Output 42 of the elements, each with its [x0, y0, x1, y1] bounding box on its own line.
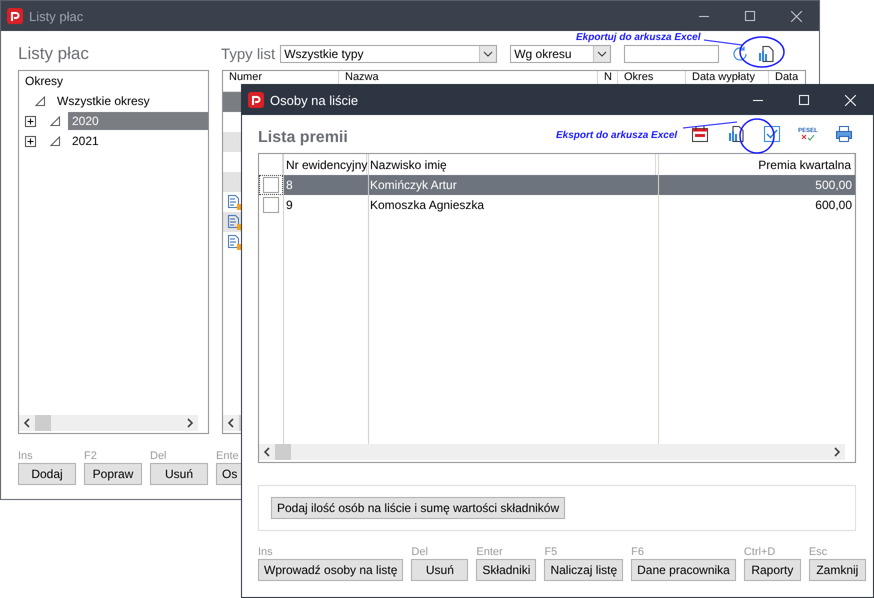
- shortcut-label: F2: [84, 450, 97, 462]
- action-button[interactable]: Usuń: [411, 559, 468, 581]
- summary-button[interactable]: Podaj ilość osób na liście i sumę wartości składników: [271, 497, 566, 519]
- page-heading: Listy płac: [18, 44, 90, 64]
- table-cell-text: 8: [285, 177, 294, 194]
- table-cell-text: 9: [285, 197, 294, 214]
- shortcut-label: Ins: [258, 546, 273, 558]
- table-row[interactable]: 8 Komińczyk Artur 500,00: [259, 175, 855, 195]
- action-button[interactable]: Popraw: [84, 463, 142, 485]
- list-heading: Lista premii: [258, 129, 348, 147]
- table-cell-text: Komińczyk Artur: [369, 177, 458, 194]
- shortcut-label: Ctrl+D: [744, 546, 776, 558]
- window-title: Osoby na liście: [270, 92, 360, 108]
- action-button[interactable]: Dane pracownika: [631, 559, 736, 581]
- type-select[interactable]: Wszystkie typy: [280, 45, 498, 63]
- action-button[interactable]: Usuń: [150, 463, 208, 485]
- column-header: Okresy: [24, 73, 64, 90]
- annotation-label: Ekportuj do arkusza Excel: [576, 32, 700, 43]
- action-button[interactable]: Naliczaj listę: [544, 559, 624, 581]
- filter-label: Typy list: [221, 46, 276, 62]
- table-cell-text: Komoszka Agnieszka: [369, 197, 486, 214]
- period-select[interactable]: Wg okresu: [510, 45, 612, 63]
- shortcut-label: Del: [150, 450, 167, 462]
- action-button[interactable]: Wprowadź osoby na listę: [258, 559, 404, 581]
- tree-item[interactable]: 2020: [68, 112, 208, 130]
- action-button[interactable]: Dodaj: [18, 463, 76, 485]
- shortcut-label: F5: [544, 546, 558, 558]
- tree-item[interactable]: Wszystkie okresy: [53, 92, 154, 110]
- table-cell-text: 600,00: [814, 197, 853, 214]
- window-title: Listy płac: [29, 8, 84, 24]
- annotation-label: Eksport do arkusza Excel: [556, 130, 678, 141]
- action-button[interactable]: Raporty: [744, 559, 801, 581]
- shortcut-label: F6: [631, 546, 644, 558]
- action-button[interactable]: Zamknij: [808, 559, 866, 581]
- shortcut-label: Esc: [808, 546, 828, 558]
- shortcut-label: Ins: [18, 450, 33, 462]
- table-cell-text: 500,00: [814, 177, 853, 194]
- tree-item[interactable]: 2021: [68, 132, 103, 150]
- shortcut-label: Enter: [476, 546, 503, 558]
- shortcut-label: Del: [411, 546, 428, 558]
- action-button[interactable]: Składniki: [476, 559, 536, 581]
- shortcut-label: Ente: [216, 450, 239, 462]
